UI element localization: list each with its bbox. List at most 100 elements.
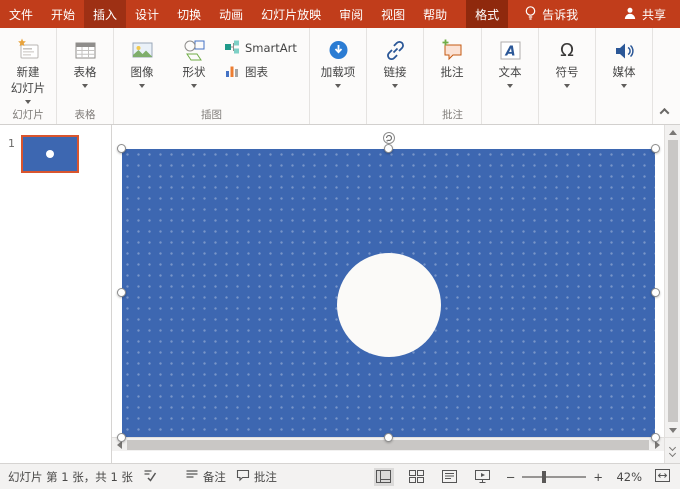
ribbon-group-media: 媒体 — [596, 28, 653, 124]
share-button[interactable]: 共享 — [623, 0, 680, 28]
slideshow-view-button[interactable] — [473, 468, 493, 486]
zoom-percentage-button[interactable]: 42% — [616, 470, 642, 484]
table-label: 表格 — [74, 65, 97, 80]
dropdown-caret-icon — [82, 84, 88, 88]
selected-blue-shape[interactable] — [122, 149, 655, 437]
new-slide-icon — [13, 36, 43, 64]
resize-handle-top-middle[interactable] — [384, 144, 393, 153]
addins-button[interactable]: 加载项 — [312, 28, 364, 124]
addins-icon — [323, 36, 353, 64]
next-slide-button[interactable] — [665, 437, 680, 463]
tab-file[interactable]: 文件 — [0, 0, 42, 28]
scroll-down-arrow[interactable] — [665, 423, 680, 437]
vertical-scrollbar[interactable] — [664, 125, 680, 463]
ribbon-group-tables: 表格 表格 — [57, 28, 114, 124]
canvas-column — [112, 125, 664, 463]
tab-design[interactable]: 设计 — [126, 0, 168, 28]
lightbulb-icon — [524, 5, 537, 24]
resize-handle-top-right[interactable] — [651, 144, 660, 153]
triangle-up-icon — [669, 130, 677, 135]
symbol-button[interactable]: Ω 符号 — [541, 28, 593, 124]
comments-button[interactable]: 批注 — [236, 469, 277, 485]
notes-label: 备注 — [203, 469, 226, 485]
comment-icon — [437, 36, 467, 64]
slide-thumbnail-row: 1 — [0, 135, 111, 173]
chart-label: 图表 — [245, 64, 268, 80]
tab-insert[interactable]: 插入 — [84, 0, 126, 28]
zoom-slider-thumb[interactable] — [542, 471, 546, 483]
svg-text:A: A — [504, 44, 515, 59]
collapse-ribbon-button[interactable] — [656, 104, 672, 118]
ribbon-tab-bar: 文件 开始 插入 设计 切换 动画 幻灯片放映 审阅 视图 帮助 格式 告诉我 — [0, 0, 680, 28]
ribbon-group-comments: 批注 批注 — [424, 28, 482, 124]
new-slide-label-line1: 新建 — [17, 65, 40, 80]
normal-view-button[interactable] — [374, 468, 394, 486]
group-label-tables: 表格 — [57, 107, 113, 122]
resize-handle-top-left[interactable] — [117, 144, 126, 153]
person-icon — [623, 6, 637, 23]
image-icon — [127, 36, 157, 64]
tab-home[interactable]: 开始 — [42, 0, 84, 28]
speaker-icon — [609, 36, 639, 64]
tab-help[interactable]: 帮助 — [414, 0, 456, 28]
dropdown-caret-icon — [191, 84, 197, 88]
status-right: − + 42% — [374, 468, 680, 486]
ribbon-group-symbols: Ω 符号 — [539, 28, 596, 124]
spellcheck-icon[interactable] — [143, 468, 157, 485]
zoom-in-button[interactable]: + — [593, 470, 603, 484]
dropdown-caret-icon — [507, 84, 513, 88]
resize-handle-bottom-right[interactable] — [651, 433, 660, 442]
ribbon-group-links: 链接 — [367, 28, 424, 124]
ribbon-group-slides: 新建 幻灯片 幻灯片 — [0, 28, 57, 124]
ribbon-group-text: A 文本 — [482, 28, 539, 124]
tab-animations[interactable]: 动画 — [210, 0, 252, 28]
ribbon-tabs: 文件 开始 插入 设计 切换 动画 幻灯片放映 审阅 视图 帮助 格式 — [0, 0, 508, 28]
chart-icon — [224, 63, 240, 82]
text-button[interactable]: A 文本 — [484, 28, 536, 124]
link-icon — [380, 36, 410, 64]
tell-me-button[interactable]: 告诉我 — [524, 0, 578, 28]
resize-handle-bottom-left[interactable] — [117, 433, 126, 442]
chart-button[interactable]: 图表 — [220, 62, 301, 82]
canvas-bottom-spacer — [112, 451, 664, 463]
table-icon — [70, 36, 100, 64]
zoom-out-button[interactable]: − — [506, 470, 516, 484]
dropdown-caret-icon — [139, 84, 145, 88]
notes-button[interactable]: 备注 — [185, 469, 226, 485]
thumbnail-circle-shape — [46, 150, 54, 158]
resize-handle-middle-right[interactable] — [651, 288, 660, 297]
group-label-comments: 批注 — [424, 107, 481, 122]
reading-view-button[interactable] — [440, 468, 460, 486]
resize-handle-bottom-middle[interactable] — [384, 433, 393, 442]
tell-me-label: 告诉我 — [542, 6, 578, 23]
media-label: 媒体 — [613, 65, 636, 80]
tab-review[interactable]: 审阅 — [330, 0, 372, 28]
zoom-slider[interactable] — [522, 476, 586, 478]
link-button[interactable]: 链接 — [369, 28, 421, 124]
media-button[interactable]: 媒体 — [598, 28, 650, 124]
comments-label: 批注 — [254, 469, 277, 485]
fit-to-window-button[interactable] — [655, 469, 670, 485]
slide-canvas[interactable] — [112, 125, 664, 437]
triangle-down-icon — [669, 428, 677, 433]
shapes-label: 形状 — [183, 65, 206, 80]
tab-format[interactable]: 格式 — [466, 0, 508, 28]
tab-slideshow[interactable]: 幻灯片放映 — [252, 0, 330, 28]
vertical-scroll-thumb[interactable] — [668, 140, 678, 422]
slide-thumbnail-panel: 1 — [0, 125, 112, 463]
zoom-controls: − + — [506, 470, 603, 484]
slide-thumbnail-1[interactable] — [21, 135, 79, 173]
text-label: 文本 — [499, 65, 522, 80]
rotate-handle[interactable] — [382, 131, 396, 145]
smartart-label: SmartArt — [245, 41, 297, 55]
scroll-up-arrow[interactable] — [665, 125, 680, 139]
image-label: 图像 — [131, 65, 154, 80]
slide-sorter-view-button[interactable] — [407, 468, 427, 486]
resize-handle-middle-left[interactable] — [117, 288, 126, 297]
link-label: 链接 — [384, 65, 407, 80]
smartart-button[interactable]: SmartArt — [220, 38, 301, 58]
text-icon: A — [495, 36, 525, 64]
workspace: 1 — [0, 125, 680, 463]
tab-view[interactable]: 视图 — [372, 0, 414, 28]
tab-transitions[interactable]: 切换 — [168, 0, 210, 28]
